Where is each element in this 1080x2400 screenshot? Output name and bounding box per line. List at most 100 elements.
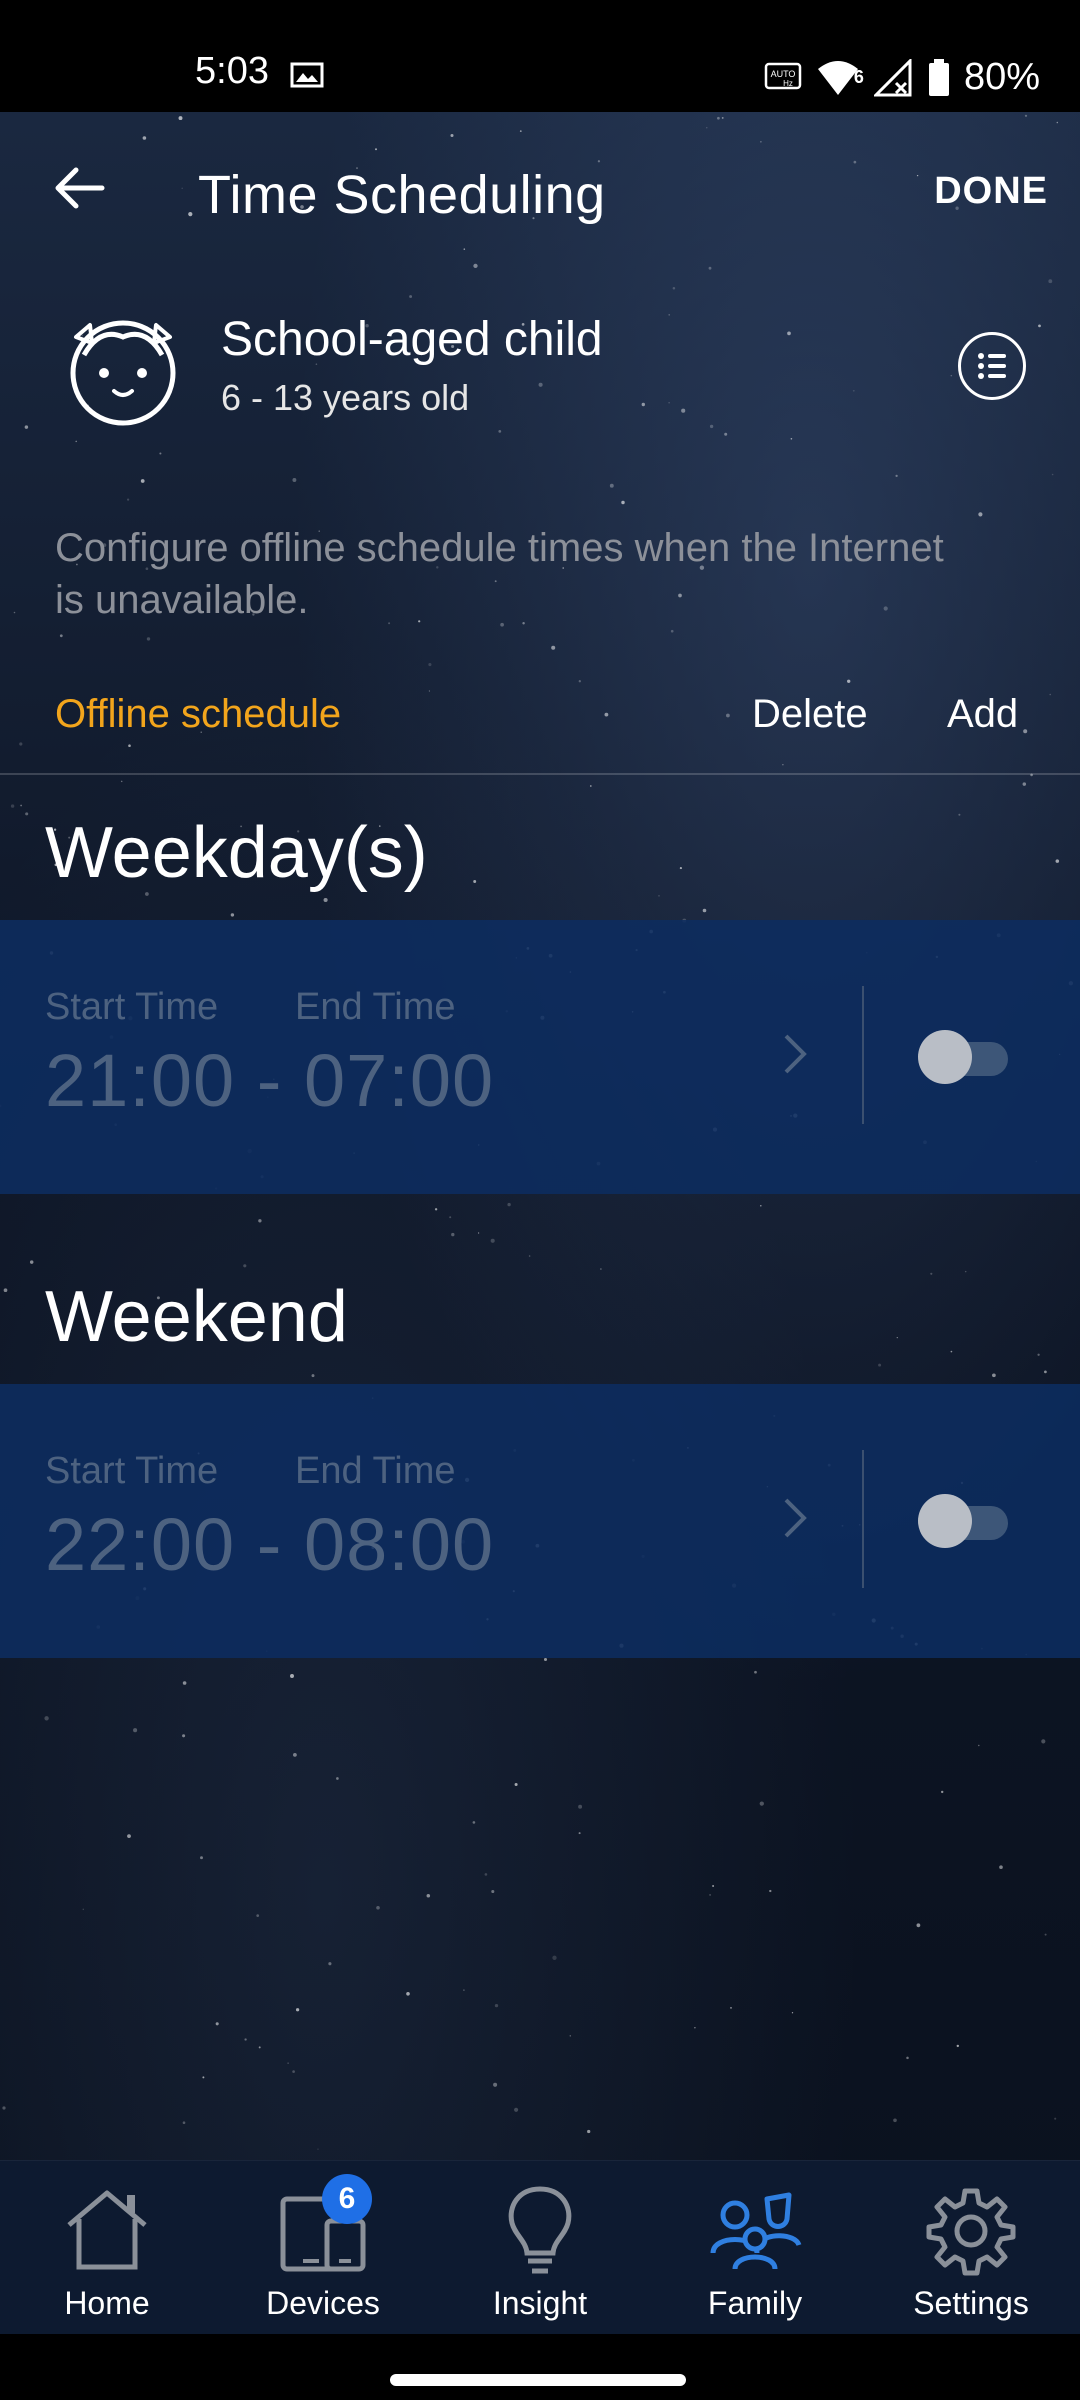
nav-item-insight[interactable]: Insight xyxy=(440,2161,640,2335)
star xyxy=(893,2118,897,2123)
star xyxy=(694,2027,696,2029)
nav-label: Insight xyxy=(492,2285,588,2321)
star xyxy=(336,1777,339,1780)
status-bar: 5:03 AUTO Hz 6 80% xyxy=(0,0,1080,112)
nav-item-family[interactable]: Family xyxy=(655,2161,855,2335)
star xyxy=(473,880,477,883)
chevron-right-icon[interactable] xyxy=(780,1494,810,1542)
star xyxy=(1048,279,1053,284)
star xyxy=(992,1373,996,1378)
star xyxy=(215,2022,219,2026)
star xyxy=(182,2121,186,2125)
star xyxy=(950,1350,953,1353)
star xyxy=(178,116,183,121)
star xyxy=(1054,2117,1057,2120)
star xyxy=(790,437,793,440)
family-icon xyxy=(710,2192,802,2270)
star xyxy=(493,2082,498,2087)
star xyxy=(10,804,15,808)
star xyxy=(142,136,147,140)
star xyxy=(406,1991,410,1996)
done-button[interactable]: DONE xyxy=(934,170,1048,213)
home-indicator[interactable] xyxy=(390,2374,686,2386)
star xyxy=(463,248,466,250)
chevron-right-icon[interactable] xyxy=(780,1030,810,1078)
star xyxy=(472,1821,476,1824)
star xyxy=(1044,1933,1047,1936)
nav-item-home[interactable]: Home xyxy=(7,2161,207,2335)
add-button[interactable]: Add xyxy=(947,692,1018,737)
star xyxy=(82,1908,85,1911)
star xyxy=(311,1374,315,1378)
child-avatar-icon xyxy=(70,320,176,426)
star xyxy=(978,1744,980,1747)
star xyxy=(293,1753,297,1757)
star xyxy=(543,1657,548,1662)
star xyxy=(519,130,522,132)
star xyxy=(760,1205,762,1207)
star xyxy=(569,2035,572,2037)
star xyxy=(940,1790,944,1794)
schedule-toggle-weekend[interactable] xyxy=(918,1494,1008,1548)
star xyxy=(589,785,592,787)
star xyxy=(1056,121,1059,124)
star xyxy=(202,2076,205,2079)
profile-list-button[interactable] xyxy=(958,332,1026,400)
star xyxy=(791,2012,794,2014)
star xyxy=(290,1674,294,1678)
star xyxy=(120,780,123,783)
star xyxy=(25,812,29,816)
nav-item-devices[interactable]: Devices xyxy=(223,2161,423,2335)
star xyxy=(769,1889,772,1893)
nav-item-settings[interactable]: Settings xyxy=(871,2161,1071,2335)
star xyxy=(409,295,413,298)
star xyxy=(600,1268,602,1270)
star xyxy=(916,174,919,177)
star xyxy=(376,1906,380,1910)
battery-percent: 80% xyxy=(963,56,1040,98)
star xyxy=(514,2107,519,2112)
status-icons: AUTO Hz 6 80% xyxy=(764,56,1040,99)
star xyxy=(75,440,77,443)
star xyxy=(507,1202,511,1207)
toggle-knob xyxy=(918,1494,972,1548)
star xyxy=(133,1728,138,1733)
star xyxy=(2,2106,6,2110)
star xyxy=(1049,693,1051,696)
nav-label: Devices xyxy=(266,2285,380,2321)
star xyxy=(24,425,29,429)
star xyxy=(230,913,235,917)
back-arrow-icon[interactable] xyxy=(50,164,106,212)
gear-icon xyxy=(926,2188,1016,2276)
nav-label: Home xyxy=(64,2285,150,2321)
star xyxy=(712,1885,715,1887)
star xyxy=(847,679,851,683)
star xyxy=(328,1962,332,1966)
end-time-label: End Time xyxy=(295,986,456,1028)
star xyxy=(200,1856,203,1860)
svg-text:Hz: Hz xyxy=(783,79,793,88)
gallery-notification-icon xyxy=(290,62,324,88)
star xyxy=(451,1232,455,1237)
star xyxy=(878,1363,882,1367)
status-time: 5:03 xyxy=(195,50,269,92)
toggle-knob xyxy=(918,1030,972,1084)
star xyxy=(146,637,151,641)
star xyxy=(578,1804,583,1809)
delete-button[interactable]: Delete xyxy=(752,692,868,737)
schedule-toggle-weekdays[interactable] xyxy=(918,1030,1008,1084)
star xyxy=(434,1208,438,1211)
nav-label: Settings xyxy=(913,2285,1029,2321)
end-time-label: End Time xyxy=(295,1450,456,1492)
star xyxy=(1022,782,1027,786)
star xyxy=(730,2007,732,2009)
star xyxy=(244,2038,247,2041)
schedule-card-weekdays[interactable]: Start Time End Time 21:00 - 07:00 xyxy=(0,920,1080,1194)
star xyxy=(709,424,714,429)
vertical-separator xyxy=(862,986,864,1124)
star xyxy=(292,2070,295,2073)
star xyxy=(658,895,660,897)
schedule-card-weekend[interactable]: Start Time End Time 22:00 - 08:00 xyxy=(0,1384,1080,1658)
starfield-background xyxy=(0,114,1074,2150)
screen: 5:03 AUTO Hz 6 80% Time Scheduling DONE … xyxy=(0,0,1080,2400)
